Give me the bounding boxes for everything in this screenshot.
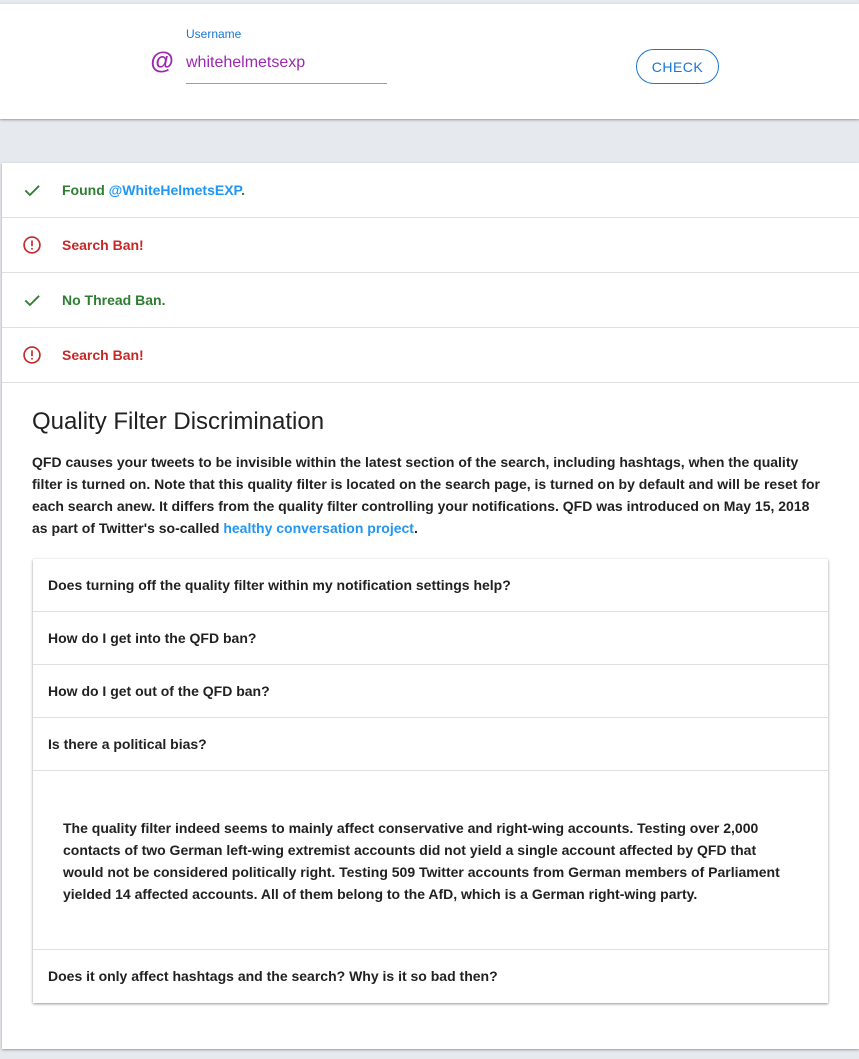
qfd-title: Quality Filter Discrimination xyxy=(32,408,325,435)
healthy-conversation-link[interactable]: healthy conversation project xyxy=(223,520,414,536)
found-prefix: Found xyxy=(62,182,109,198)
result-text-thread-ban: No Thread Ban. xyxy=(62,292,166,308)
result-row-found: Found @WhiteHelmetsEXP. xyxy=(2,163,859,218)
username-search-card: @ Username CHECK xyxy=(0,4,859,119)
error-icon xyxy=(23,236,41,254)
result-text-search-ban: Search Ban! xyxy=(62,237,144,253)
faq-item-get-into-ban[interactable]: How do I get into the QFD ban? xyxy=(33,612,828,665)
check-icon xyxy=(24,185,40,197)
at-sign-icon: @ xyxy=(150,48,174,75)
result-text-search-ban-2: Search Ban! xyxy=(62,347,144,363)
qfd-description: QFD causes your tweets to be invisible w… xyxy=(32,451,827,539)
username-label: Username xyxy=(186,27,242,41)
username-input[interactable] xyxy=(186,48,387,84)
profile-link[interactable]: @WhiteHelmetsEXP xyxy=(109,182,241,198)
qfd-section: Quality Filter Discrimination QFD causes… xyxy=(32,408,832,539)
qfd-description-text: QFD causes your tweets to be invisible w… xyxy=(32,454,821,536)
result-row-search-ban: Search Ban! xyxy=(2,218,859,273)
result-text-found: Found @WhiteHelmetsEXP. xyxy=(62,163,245,217)
faq-accordion: Does turning off the quality filter with… xyxy=(33,559,828,1003)
check-icon xyxy=(24,295,40,307)
result-row-thread-ban: No Thread Ban. xyxy=(2,273,859,328)
faq-item-political-bias[interactable]: Is there a political bias? xyxy=(33,718,828,771)
results-card: Found @WhiteHelmetsEXP. Search Ban! No T… xyxy=(2,163,859,1049)
faq-answer-political-bias: The quality filter indeed seems to mainl… xyxy=(33,771,828,950)
result-row-search-ban-2: Search Ban! xyxy=(2,328,859,383)
faq-item-notification-filter[interactable]: Does turning off the quality filter with… xyxy=(33,559,828,612)
faq-item-get-out-of-ban[interactable]: How do I get out of the QFD ban? xyxy=(33,665,828,718)
faq-item-hashtags[interactable]: Does it only affect hashtags and the sea… xyxy=(33,950,828,1003)
qfd-description-end: . xyxy=(413,520,418,536)
found-suffix: . xyxy=(241,182,245,198)
check-button[interactable]: CHECK xyxy=(636,49,719,84)
error-icon xyxy=(23,346,41,364)
